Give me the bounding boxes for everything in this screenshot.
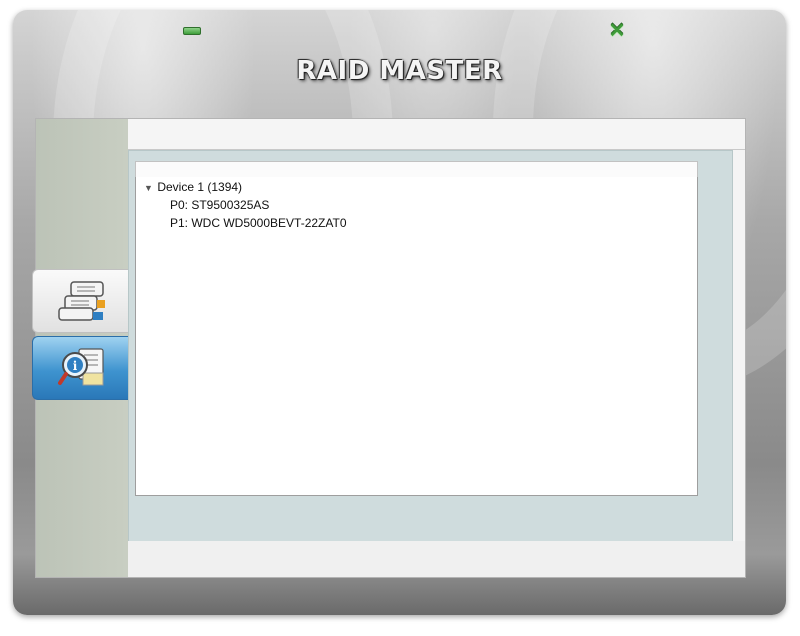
tree-row-disk[interactable]: P0: ST9500325AS <box>170 197 269 213</box>
tree-row-disk[interactable]: P1: WDC WD5000BEVT-22ZAT0 <box>170 215 347 231</box>
content-bottom-band <box>128 541 745 577</box>
tree-column-header <box>135 161 698 178</box>
close-icon: ✕ <box>608 20 626 42</box>
app-window: ✕ RAID MASTER i ▼ Device 1 (1394) P0: ST… <box>13 10 786 615</box>
device-panel: ▼ Device 1 (1394) P0: ST9500325AS P1: WD… <box>128 150 733 542</box>
information-icon: i <box>58 348 104 386</box>
minimize-button[interactable] <box>183 27 201 35</box>
device-label: Device 1 (1394) <box>157 180 243 194</box>
svg-text:i: i <box>73 359 78 373</box>
sidebar-item-raid-configuration[interactable] <box>32 269 129 333</box>
tree-row-device[interactable]: ▼ Device 1 (1394) <box>144 179 242 195</box>
content-frame: i ▼ Device 1 (1394) P0: ST9500325AS P1: … <box>32 118 746 578</box>
content-top-band <box>128 119 745 150</box>
sidebar: i <box>32 119 129 577</box>
app-title: RAID MASTER <box>296 56 503 86</box>
disclosure-triangle-icon[interactable]: ▼ <box>144 180 154 196</box>
close-button[interactable]: ✕ <box>608 20 626 42</box>
device-tree[interactable]: ▼ Device 1 (1394) P0: ST9500325AS P1: WD… <box>135 177 698 496</box>
disk-label: P0: ST9500325AS <box>170 198 270 212</box>
sidebar-item-information[interactable]: i <box>32 336 129 400</box>
raid-disks-icon <box>58 281 105 321</box>
disk-label: P1: WDC WD5000BEVT-22ZAT0 <box>170 216 347 230</box>
